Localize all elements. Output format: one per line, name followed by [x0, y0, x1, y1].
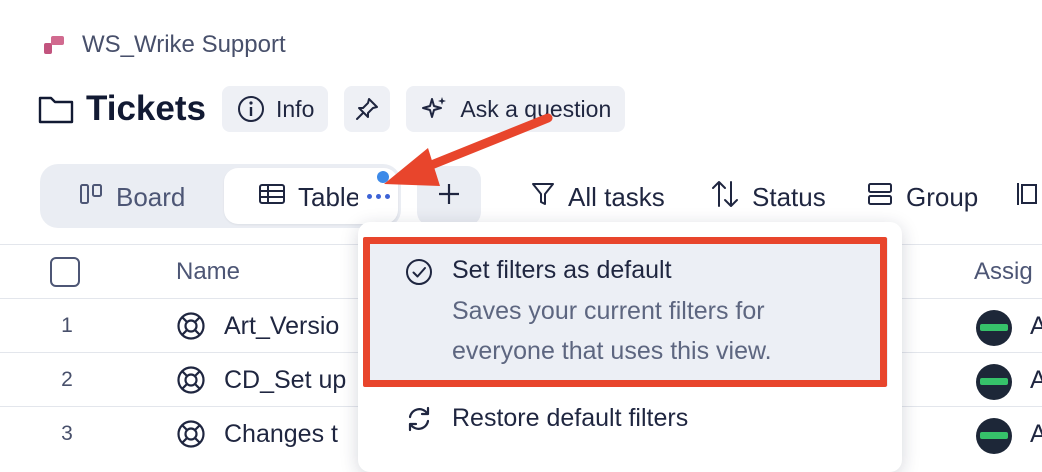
task-title[interactable]: CD_Set up	[224, 366, 346, 395]
assignee-name[interactable]: A	[1030, 366, 1042, 395]
folder-icon	[38, 94, 74, 124]
sort-label: Status	[752, 181, 826, 212]
row-number: 3	[61, 422, 73, 445]
tab-board-label: Board	[116, 181, 186, 212]
assignee-name[interactable]: A	[1030, 420, 1042, 449]
sort-icon	[710, 178, 740, 217]
info-button[interactable]: Info	[222, 86, 329, 132]
select-all-checkbox[interactable]	[50, 257, 80, 287]
columns-button[interactable]	[1016, 176, 1042, 218]
group-label: Group	[906, 181, 979, 212]
board-icon	[78, 181, 104, 214]
page-title: Tickets	[86, 89, 206, 128]
row-number: 1	[61, 314, 73, 337]
avatar[interactable]	[976, 310, 1012, 346]
lifebuoy-icon	[176, 311, 206, 341]
avatar[interactable]	[976, 418, 1012, 454]
column-header-name[interactable]: Name	[176, 258, 240, 286]
lifebuoy-icon	[176, 365, 206, 395]
avatar[interactable]	[976, 364, 1012, 400]
group-button[interactable]: Group	[866, 176, 978, 218]
highlight-box	[363, 237, 887, 387]
refresh-icon	[404, 404, 434, 434]
sort-button[interactable]: Status	[710, 176, 826, 218]
info-label: Info	[276, 95, 315, 122]
group-icon	[866, 180, 894, 215]
task-title[interactable]: Changes t	[224, 420, 338, 449]
tab-board[interactable]: Board	[78, 176, 185, 218]
tab-table-label: Table	[298, 181, 361, 212]
columns-icon	[1016, 179, 1042, 216]
menu-item-title: Restore default filters	[452, 404, 689, 432]
filter-label: All tasks	[568, 181, 665, 212]
breadcrumb-space-name[interactable]: WS_Wrike Support	[82, 31, 286, 59]
column-header-assignee[interactable]: Assig	[974, 258, 1033, 286]
annotation-arrow	[384, 113, 553, 186]
breadcrumb[interactable]: WS_Wrike Support	[42, 28, 286, 62]
info-icon	[236, 94, 266, 124]
task-title[interactable]: Art_Versio	[224, 312, 339, 341]
row-number: 2	[61, 368, 73, 391]
assignee-name[interactable]: A	[1030, 312, 1042, 341]
space-logo-icon	[42, 32, 68, 58]
lifebuoy-icon	[176, 419, 206, 449]
table-icon	[258, 182, 286, 213]
